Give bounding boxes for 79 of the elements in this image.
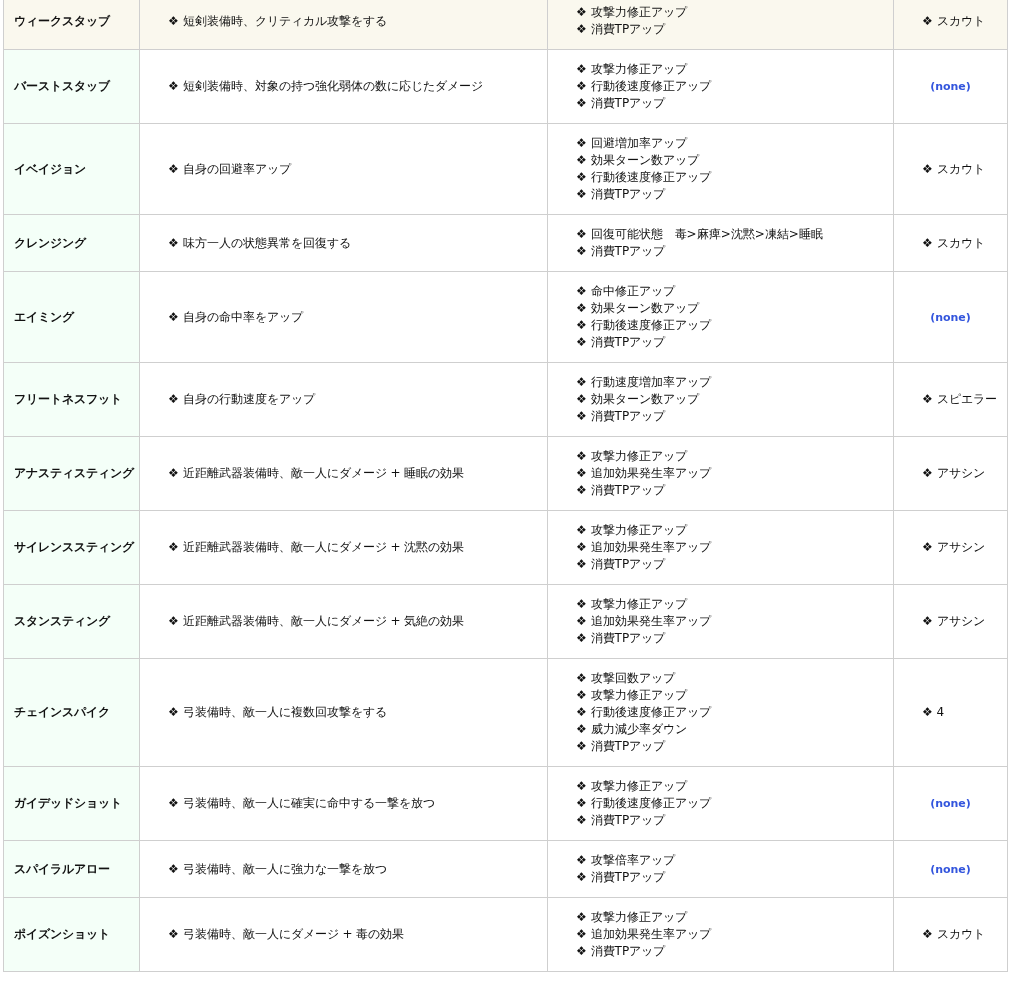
none-label: (none)	[930, 80, 971, 93]
effect-item: ❖ 命中修正アップ	[576, 283, 677, 300]
effect-item: ❖ 行動後速度修正アップ	[576, 317, 713, 334]
effect-item: ❖ 消費TPアップ	[576, 738, 667, 755]
effect-item: ❖ 行動後速度修正アップ	[576, 704, 713, 721]
none-label: (none)	[930, 797, 971, 810]
effect-item: ❖ 消費TPアップ	[576, 408, 667, 425]
class-requirement: ❖ スカウト	[922, 13, 985, 28]
effect-item: ❖ 行動速度増加率アップ	[576, 374, 713, 391]
effect-item: ❖ 攻撃力修正アップ	[576, 909, 689, 926]
skill-description: ❖ 近距離武器装備時、敵一人にダメージ + 沈黙の効果	[168, 540, 465, 554]
class-requirement: ❖ アサシン	[922, 614, 985, 628]
class-requirement: ❖ アサシン	[922, 540, 985, 554]
skill-name: フリートネスフット	[14, 392, 122, 406]
effect-item: ❖ 消費TPアップ	[576, 186, 667, 203]
skill-name: スパイラルアロー	[14, 861, 110, 876]
effect-item: ❖ 消費TPアップ	[576, 630, 667, 647]
effect-item: ❖ 消費TPアップ	[576, 243, 667, 260]
effect-item: ❖ 消費TPアップ	[576, 943, 667, 960]
skill-name: スタンスティング	[14, 614, 110, 628]
effect-item: ❖ 消費TPアップ	[576, 812, 667, 829]
effect-item: ❖ 攻撃力修正アップ	[576, 778, 689, 795]
effect-item: ❖ 追加効果発生率アップ	[576, 465, 713, 482]
skill-description: ❖ 味方一人の状態異常を回復する	[168, 235, 351, 250]
effect-item: ❖ 攻撃回数アップ	[576, 670, 677, 687]
effect-item: ❖ 消費TPアップ	[576, 869, 667, 886]
class-requirement: ❖ アサシン	[922, 466, 985, 480]
effect-item: ❖ 効果ターン数アップ	[576, 152, 701, 169]
skill-description: ❖ 弓装備時、敵一人にダメージ + 毒の効果	[168, 927, 405, 941]
class-requirement: ❖ スピエラー	[922, 392, 997, 406]
effect-item: ❖ 攻撃力修正アップ	[576, 61, 689, 78]
effect-item: ❖ 攻撃力修正アップ	[576, 4, 689, 21]
skill-name: ガイデッドショット	[14, 796, 122, 810]
skill-description: ❖ 弓装備時、敵一人に複数回攻撃をする	[168, 705, 387, 719]
effect-item: ❖ 威力減少率ダウン	[576, 721, 688, 738]
class-requirement: ❖ 4	[922, 705, 945, 719]
effect-item: ❖ 行動後速度修正アップ	[576, 78, 713, 95]
skill-description: ❖ 自身の行動速度をアップ	[168, 392, 315, 406]
skill-name: アナスティスティング	[14, 466, 134, 480]
skill-name: クレンジング	[14, 235, 86, 250]
skill-name: エイミング	[14, 309, 74, 324]
skill-description: ❖ 近距離武器装備時、敵一人にダメージ + 睡眠の効果	[168, 466, 465, 480]
skill-description: ❖ 自身の命中率をアップ	[168, 309, 303, 324]
effect-item: ❖ 消費TPアップ	[576, 95, 667, 112]
effect-item: ❖ 追加効果発生率アップ	[576, 539, 713, 556]
effect-item: ❖ 消費TPアップ	[576, 334, 667, 351]
class-requirement: ❖ スカウト	[922, 927, 985, 941]
class-requirement: ❖ スカウト	[922, 161, 985, 176]
effect-item: ❖ 攻撃倍率アップ	[576, 852, 677, 869]
skill-name: ウィークスタッブ	[14, 13, 110, 28]
effect-item: ❖ 効果ターン数アップ	[576, 391, 701, 408]
effect-item: ❖ 行動後速度修正アップ	[576, 795, 713, 812]
skill-description: ❖ 自身の回避率アップ	[168, 161, 291, 176]
effect-item: ❖ 効果ターン数アップ	[576, 300, 701, 317]
skill-name: チェインスパイク	[14, 705, 110, 719]
effect-item: ❖ 消費TPアップ	[576, 556, 667, 573]
skill-name: バーストスタッブ	[14, 79, 110, 93]
effect-item: ❖ 攻撃力修正アップ	[576, 448, 689, 465]
skill-name: サイレンススティング	[14, 540, 134, 554]
effect-item: ❖ 消費TPアップ	[576, 21, 667, 38]
none-label: (none)	[930, 310, 971, 324]
skill-name: ポイズンショット	[14, 927, 110, 941]
effect-item: ❖ 攻撃力修正アップ	[576, 687, 689, 704]
skill-description: ❖ 弓装備時、敵一人に強力な一撃を放つ	[168, 861, 387, 876]
skill-description: ❖ 近距離武器装備時、敵一人にダメージ + 気絶の効果	[168, 614, 465, 628]
effect-item: ❖ 攻撃力修正アップ	[576, 596, 689, 613]
effect-item: ❖ 追加効果発生率アップ	[576, 613, 713, 630]
effect-item: ❖ 回避増加率アップ	[576, 135, 689, 152]
skill-name: イベイジョン	[14, 161, 86, 176]
class-requirement: ❖ スカウト	[922, 235, 985, 250]
effect-item: ❖ 回復可能状態 毒>麻痺>沈黙>凍結>睡眠	[576, 226, 824, 243]
effect-item: ❖ 攻撃力修正アップ	[576, 522, 689, 539]
skill-description: ❖ 弓装備時、敵一人に確実に命中する一撃を放つ	[168, 796, 435, 810]
effect-item: ❖ 消費TPアップ	[576, 482, 667, 499]
effect-item: ❖ 追加効果発生率アップ	[576, 926, 713, 943]
effect-item: ❖ 行動後速度修正アップ	[576, 169, 713, 186]
skill-description: ❖ 短剣装備時、クリティカル攻撃をする	[168, 13, 387, 28]
none-label: (none)	[930, 862, 971, 876]
skill-description: ❖ 短剣装備時、対象の持つ強化弱体の数に応じたダメージ	[168, 79, 483, 93]
